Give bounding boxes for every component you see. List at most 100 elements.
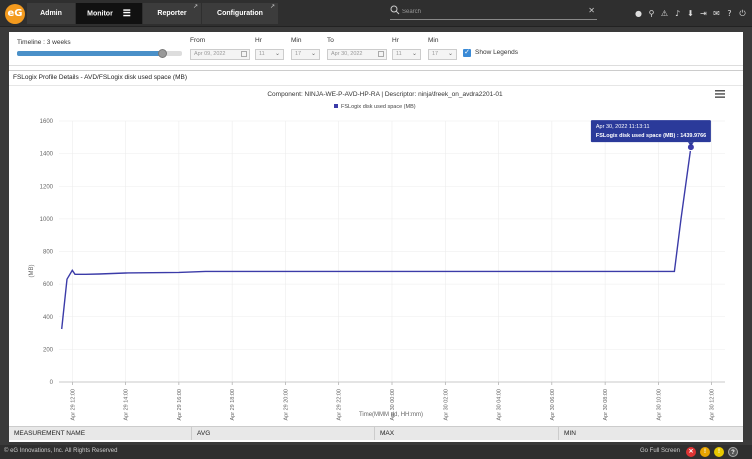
chart-menu-icon[interactable]	[715, 90, 725, 98]
x-tick-label: Apr 29 16:00	[177, 389, 183, 421]
from-label: From	[190, 37, 206, 44]
top-navigation-bar: eG Admin Monitor ☰ Reporter ↗ Configurat…	[0, 0, 752, 27]
to-minute-select[interactable]: 17 ⌄	[428, 49, 457, 60]
y-tick-label: 0	[50, 380, 54, 386]
nav-admin-label: Admin	[40, 10, 62, 17]
to-date-value: Apr 30, 2022	[331, 51, 363, 57]
x-axis: Apr 29 12:00 Apr 29 14:00 Apr 29 16:00 Apr …	[59, 381, 725, 421]
chart-area: Component: NINJA-WE-P-AVD-HP-RA | Descri…	[9, 85, 743, 425]
nav-configuration[interactable]: Configuration ↗	[202, 3, 278, 24]
from-hr-label: Hr	[255, 37, 262, 44]
x-tick-label: Apr 29 12:00	[70, 389, 76, 421]
x-tick-label: Apr 30 06:00	[550, 389, 556, 421]
x-tick-label: Apr 29 20:00	[283, 389, 289, 421]
to-hr-label: Hr	[392, 37, 399, 44]
column-header-measurement[interactable]: MEASUREMENT NAME	[9, 427, 192, 440]
calendar-icon[interactable]	[378, 51, 384, 57]
hamburger-menu-icon[interactable]: ☰	[123, 3, 131, 24]
tooltip-value: FSLogix disk used space (MB) : 1439.9766	[596, 133, 706, 139]
nav-monitor-label: Monitor	[87, 10, 113, 18]
to-date-field[interactable]: Apr 30, 2022	[327, 49, 387, 60]
from-minute-select[interactable]: 17 ⌄	[291, 49, 320, 60]
show-legends-checkbox[interactable]: ✓	[463, 49, 471, 57]
nav-configuration-label: Configuration	[217, 10, 263, 17]
search-box: ✕	[390, 5, 597, 20]
timeline-slider-fill	[17, 51, 163, 56]
copyright-text: © eG Innovations, Inc. All Rights Reserv…	[4, 448, 118, 454]
clear-search-icon[interactable]: ✕	[588, 6, 595, 15]
go-full-screen-link[interactable]: Go Full Screen	[640, 448, 680, 454]
download-icon[interactable]: ⬇	[685, 8, 696, 19]
chart-card: FSLogix Profile Details - AVD/FSLogix di…	[9, 70, 743, 430]
from-date-value: Apr 09, 2022	[194, 51, 226, 57]
series-group	[61, 143, 695, 330]
help-icon[interactable]: ?	[724, 8, 735, 19]
x-tick-label: Apr 30 10:00	[656, 389, 662, 421]
y-tick-label: 200	[43, 347, 54, 353]
to-min-label: Min	[428, 37, 439, 44]
column-header-max[interactable]: MAX	[375, 427, 559, 440]
mail-icon[interactable]: ✉	[711, 8, 722, 19]
y-tick-label: 1600	[40, 119, 54, 125]
to-minute-value: 17	[432, 51, 439, 57]
eg-logo-icon[interactable]: eG	[5, 4, 25, 24]
link-icon[interactable]: ⚲	[646, 8, 657, 19]
x-tick-label: Apr 29 18:00	[230, 389, 236, 421]
legend-label: FSLogix disk used space (MB)	[341, 104, 416, 110]
app-frame: eG Admin Monitor ☰ Reporter ↗ Configurat…	[0, 0, 752, 459]
x-tick-label: Apr 29 14:00	[124, 389, 130, 421]
timeline-label: Timeline : 3 weeks	[17, 39, 71, 46]
from-hour-select[interactable]: 11 ⌄	[255, 49, 284, 60]
info-icon[interactable]: ?	[728, 447, 738, 457]
y-tick-label: 600	[43, 282, 54, 288]
power-icon[interactable]: ⏻	[737, 8, 748, 19]
to-hour-select[interactable]: 11 ⌄	[392, 49, 421, 60]
from-date-field[interactable]: Apr 09, 2022	[190, 49, 250, 60]
legend-swatch	[334, 104, 338, 108]
y-tick-label: 1000	[40, 217, 54, 223]
bell-icon[interactable]: ♪	[672, 8, 683, 19]
from-hour-value: 11	[259, 51, 265, 57]
x-tick-label: Apr 30 12:00	[710, 389, 716, 421]
signin-icon[interactable]: ⇥	[698, 8, 709, 19]
chart-legend[interactable]: FSLogix disk used space (MB)	[334, 104, 416, 110]
card-title: FSLogix Profile Details - AVD/FSLogix di…	[13, 74, 188, 81]
from-minute-value: 17	[295, 51, 302, 57]
tooltip-time: Apr 30, 2022 11:13:11	[596, 124, 650, 130]
column-header-avg[interactable]: AVG	[192, 427, 375, 440]
chevron-down-icon: ⌄	[447, 51, 453, 57]
nav-admin[interactable]: Admin	[27, 3, 75, 24]
user-icon[interactable]: ●	[633, 8, 644, 19]
column-header-min[interactable]: MIN	[559, 427, 743, 440]
timeline-slider[interactable]	[17, 49, 182, 58]
chevron-down-icon: ⌄	[310, 51, 316, 57]
nav-reporter[interactable]: Reporter ↗	[143, 3, 201, 24]
nav-reporter-label: Reporter	[157, 10, 187, 17]
measurement-table-header: MEASUREMENT NAME AVG MAX MIN	[9, 426, 743, 440]
calendar-icon[interactable]	[241, 51, 247, 57]
y-tick-label: 1400	[40, 152, 54, 158]
main-panel: Timeline : 3 weeks From Apr 09, 2022 Hr …	[9, 32, 743, 442]
alert-icon[interactable]: ⚠	[659, 8, 670, 19]
search-input[interactable]	[402, 6, 582, 18]
from-min-label: Min	[291, 37, 302, 44]
x-tick-label: Apr 30 02:00	[443, 389, 449, 421]
y-axis-label: (MB)	[29, 265, 35, 278]
minor-alarm-icon[interactable]: !	[714, 447, 724, 457]
x-tick-label: Apr 30 08:00	[603, 389, 609, 421]
x-tick-label: Apr 30 04:00	[497, 389, 503, 421]
timeline-slider-handle[interactable]	[158, 49, 168, 58]
chart-tooltip: Apr 30, 2022 11:13:11 FSLogix disk used s…	[590, 120, 711, 147]
chart-grid	[59, 120, 725, 383]
external-link-icon: ↗	[192, 4, 198, 10]
critical-alarm-icon[interactable]: ✕	[686, 447, 696, 457]
to-label: To	[327, 37, 334, 44]
series-line	[61, 147, 692, 330]
chart-title: Component: NINJA-WE-P-AVD-HP-RA | Descri…	[267, 91, 503, 98]
chevron-down-icon: ⌄	[274, 51, 280, 57]
major-alarm-icon[interactable]: !	[700, 447, 710, 457]
nav-monitor[interactable]: Monitor ☰	[76, 3, 142, 24]
y-tick-label: 1200	[40, 184, 54, 190]
line-chart: Component: NINJA-WE-P-AVD-HP-RA | Descri…	[29, 91, 725, 421]
timeline-filters: Timeline : 3 weeks From Apr 09, 2022 Hr …	[9, 32, 743, 66]
